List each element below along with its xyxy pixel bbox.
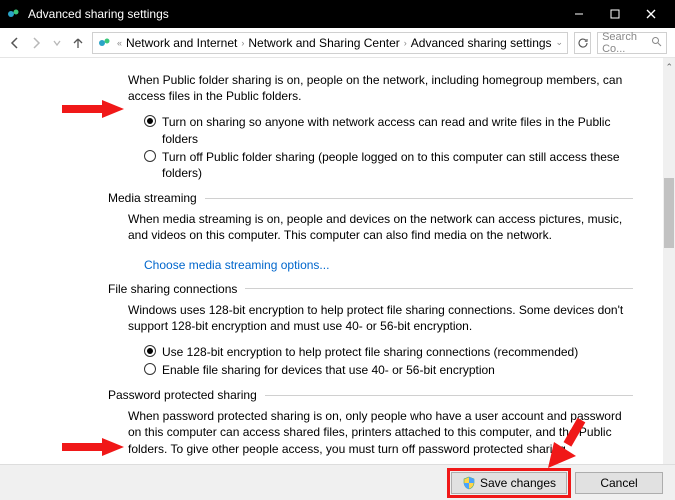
shield-icon <box>462 476 476 490</box>
public-folder-intro: When Public folder sharing is on, people… <box>128 72 633 104</box>
chevron-right-icon: › <box>241 38 244 48</box>
radio-label: Enable file sharing for devices that use… <box>162 362 495 378</box>
scroll-up-icon[interactable]: ⌃ <box>665 62 673 73</box>
search-icon <box>651 36 662 50</box>
filesharing-desc: Windows uses 128-bit encryption to help … <box>128 302 633 334</box>
forward-button[interactable] <box>29 33 44 53</box>
crumb-advanced-sharing[interactable]: Advanced sharing settings <box>411 36 552 50</box>
close-button[interactable] <box>633 0 669 28</box>
maximize-button[interactable] <box>597 0 633 28</box>
media-options-link[interactable]: Choose media streaming options... <box>144 258 329 272</box>
refresh-button[interactable] <box>574 32 591 54</box>
crumb-sharing-center[interactable]: Network and Sharing Center <box>248 36 399 50</box>
section-file-sharing: File sharing connections <box>108 282 633 296</box>
radio-128bit[interactable]: Use 128-bit encryption to help protect f… <box>144 344 633 360</box>
cancel-button[interactable]: Cancel <box>575 472 663 494</box>
radio-icon <box>144 115 156 127</box>
radio-label: Turn off Public folder sharing (people l… <box>162 149 633 181</box>
media-desc: When media streaming is on, people and d… <box>128 211 633 243</box>
section-media-streaming: Media streaming <box>108 191 633 205</box>
up-button[interactable] <box>71 33 86 53</box>
scrollbar[interactable] <box>663 58 675 464</box>
radio-label: Turn on sharing so anyone with network a… <box>162 114 633 146</box>
section-password-sharing: Password protected sharing <box>108 388 633 402</box>
chevron-right-icon: › <box>404 38 407 48</box>
radio-public-sharing-off[interactable]: Turn off Public folder sharing (people l… <box>144 149 633 181</box>
save-changes-button[interactable]: Save changes <box>451 472 567 494</box>
password-desc: When password protected sharing is on, o… <box>128 408 633 457</box>
chevron-left-icon: « <box>117 38 122 48</box>
recent-dropdown-icon[interactable] <box>50 33 65 53</box>
radio-40-56bit[interactable]: Enable file sharing for devices that use… <box>144 362 633 378</box>
cancel-label: Cancel <box>600 476 637 490</box>
address-bar[interactable]: « Network and Internet › Network and Sha… <box>92 32 568 54</box>
radio-label: Use 128-bit encryption to help protect f… <box>162 344 578 360</box>
nav-row: « Network and Internet › Network and Sha… <box>0 28 675 58</box>
scrollbar-thumb[interactable] <box>664 178 674 248</box>
window-title: Advanced sharing settings <box>28 7 169 21</box>
location-icon <box>97 35 113 51</box>
search-input[interactable]: Search Co... <box>597 32 667 54</box>
radio-public-sharing-on[interactable]: Turn on sharing so anyone with network a… <box>144 114 633 146</box>
radio-icon <box>144 363 156 375</box>
save-label: Save changes <box>480 476 556 490</box>
chevron-down-icon[interactable]: ⌄ <box>556 37 564 48</box>
app-icon <box>6 6 22 22</box>
radio-icon <box>144 345 156 357</box>
footer: Save changes Cancel <box>0 464 675 500</box>
content-area: When Public folder sharing is on, people… <box>0 58 663 464</box>
crumb-network-internet[interactable]: Network and Internet <box>126 36 237 50</box>
minimize-button[interactable] <box>561 0 597 28</box>
radio-icon <box>144 150 156 162</box>
titlebar: Advanced sharing settings <box>0 0 675 28</box>
back-button[interactable] <box>8 33 23 53</box>
search-placeholder: Search Co... <box>602 31 647 55</box>
